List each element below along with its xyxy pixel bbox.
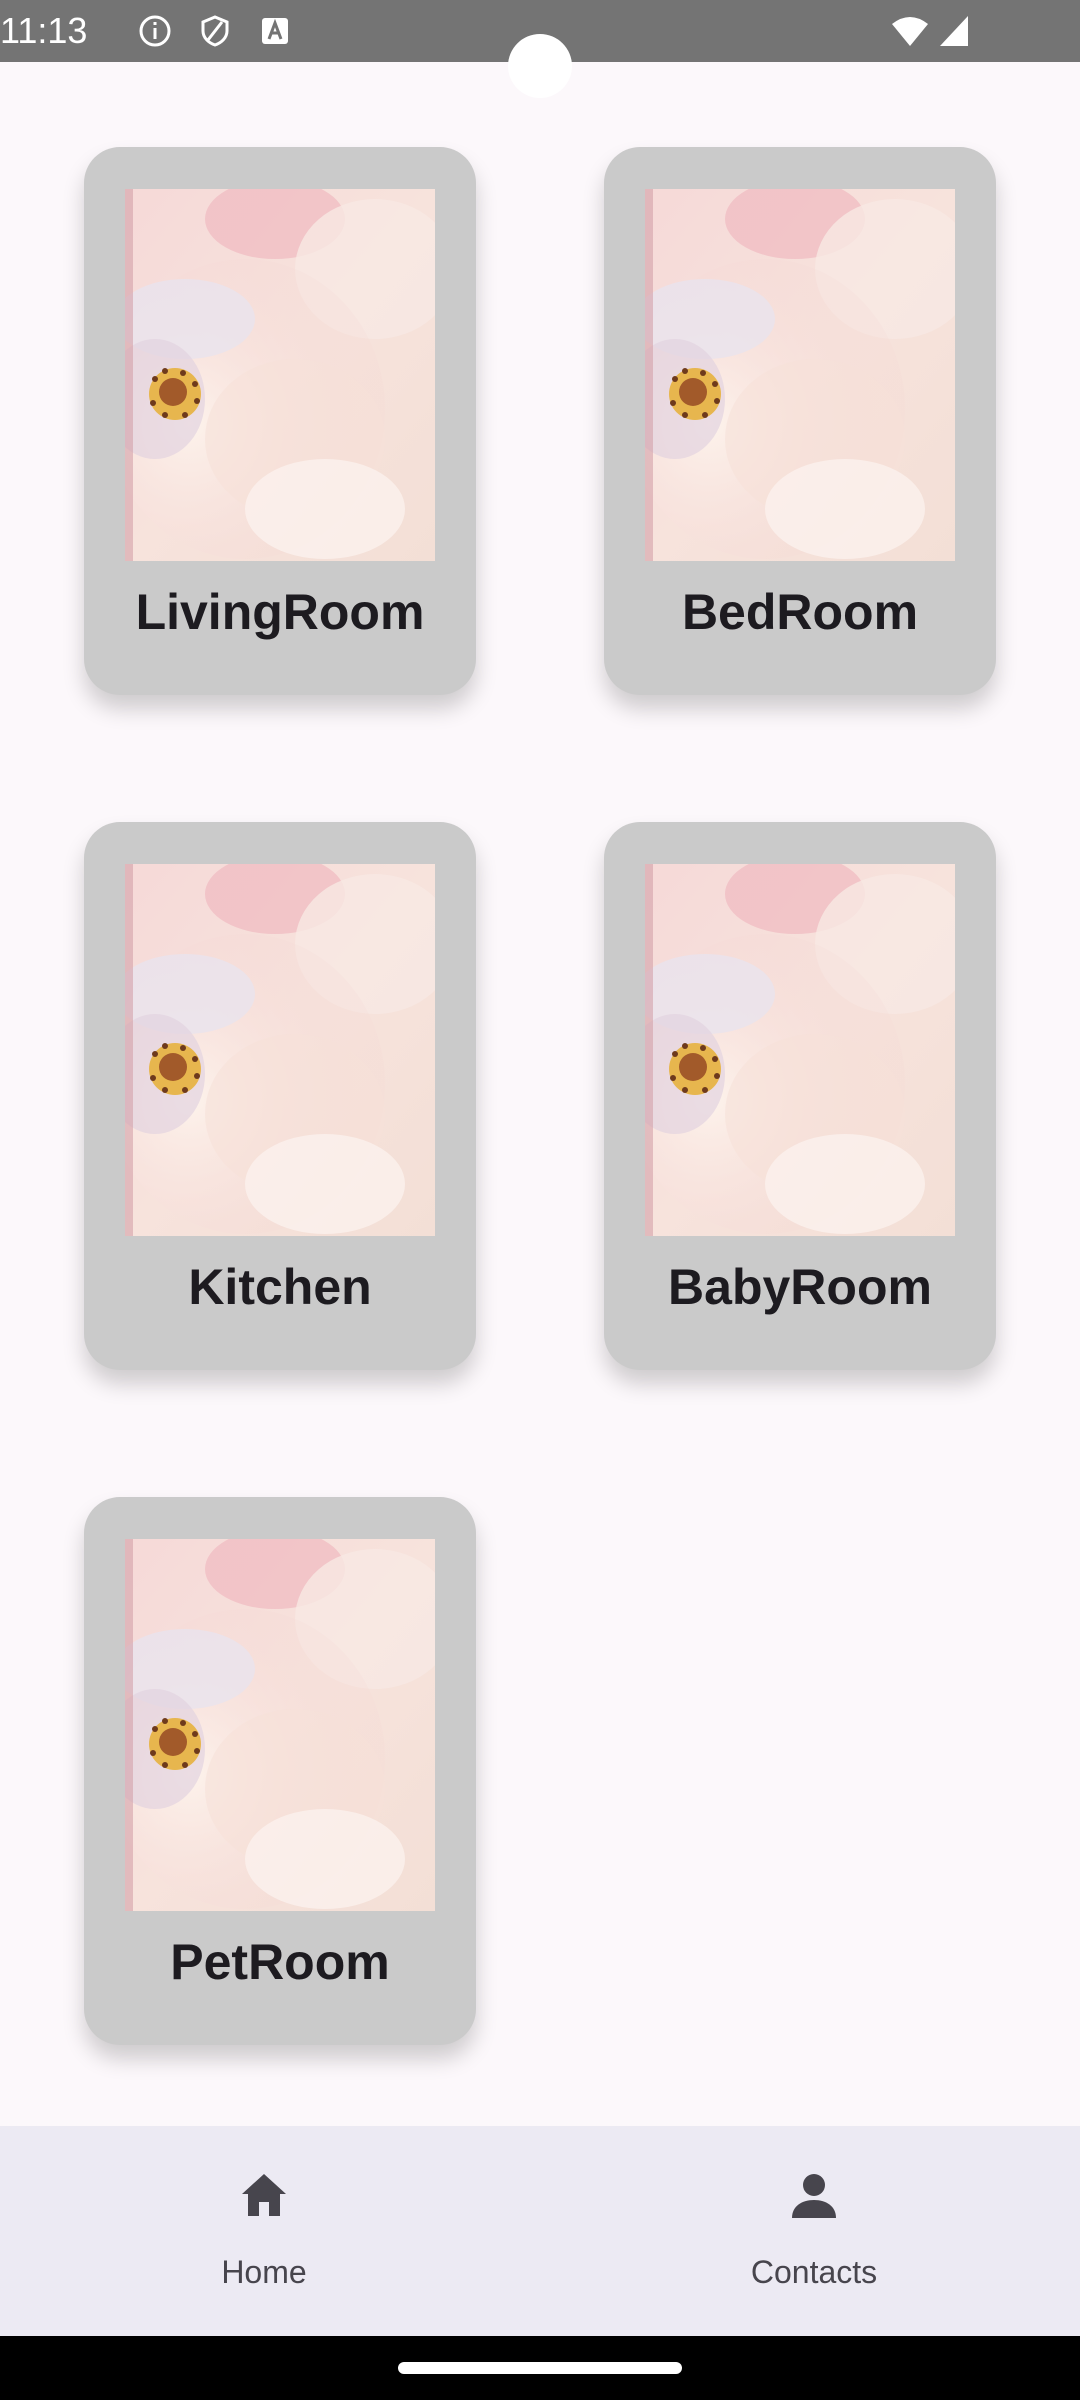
home-gesture-handle[interactable] [398, 2362, 682, 2374]
room-photo [125, 189, 435, 561]
shield-icon [201, 15, 229, 47]
room-card-babyroom[interactable]: BabyRoom [604, 822, 996, 1370]
room-label: BedRoom [681, 584, 919, 640]
room-card-bedroom[interactable]: BedRoom [604, 147, 996, 695]
room-label: Kitchen [188, 1259, 372, 1315]
status-time: 11:13 [0, 10, 88, 51]
gesture-bar [0, 2336, 1080, 2400]
room-photo [125, 1539, 435, 1911]
nav-item-contacts[interactable]: Contacts [684, 2126, 944, 2336]
room-label: PetRoom [170, 1934, 390, 1990]
keyboard-a-icon [262, 18, 288, 44]
room-card-livingroom[interactable]: LivingRoom [84, 147, 476, 695]
nav-item-home[interactable]: Home [134, 2126, 394, 2336]
info-icon [139, 15, 171, 47]
room-card-petroom[interactable]: PetRoom [84, 1497, 476, 2045]
camera-cutout [508, 34, 572, 98]
room-card-kitchen[interactable]: Kitchen [84, 822, 476, 1370]
signal-icon [940, 16, 968, 46]
room-photo [645, 864, 955, 1236]
wifi-icon [892, 17, 928, 46]
home-icon [242, 2174, 286, 2216]
room-label: BabyRoom [668, 1259, 932, 1315]
person-icon [792, 2174, 836, 2218]
room-photo [125, 864, 435, 1236]
nav-label-home: Home [221, 2254, 307, 2290]
room-label: LivingRoom [135, 584, 425, 640]
bottom-navigation: Home Contacts [0, 2126, 1080, 2336]
nav-label-contacts: Contacts [750, 2254, 878, 2290]
room-photo [645, 189, 955, 561]
